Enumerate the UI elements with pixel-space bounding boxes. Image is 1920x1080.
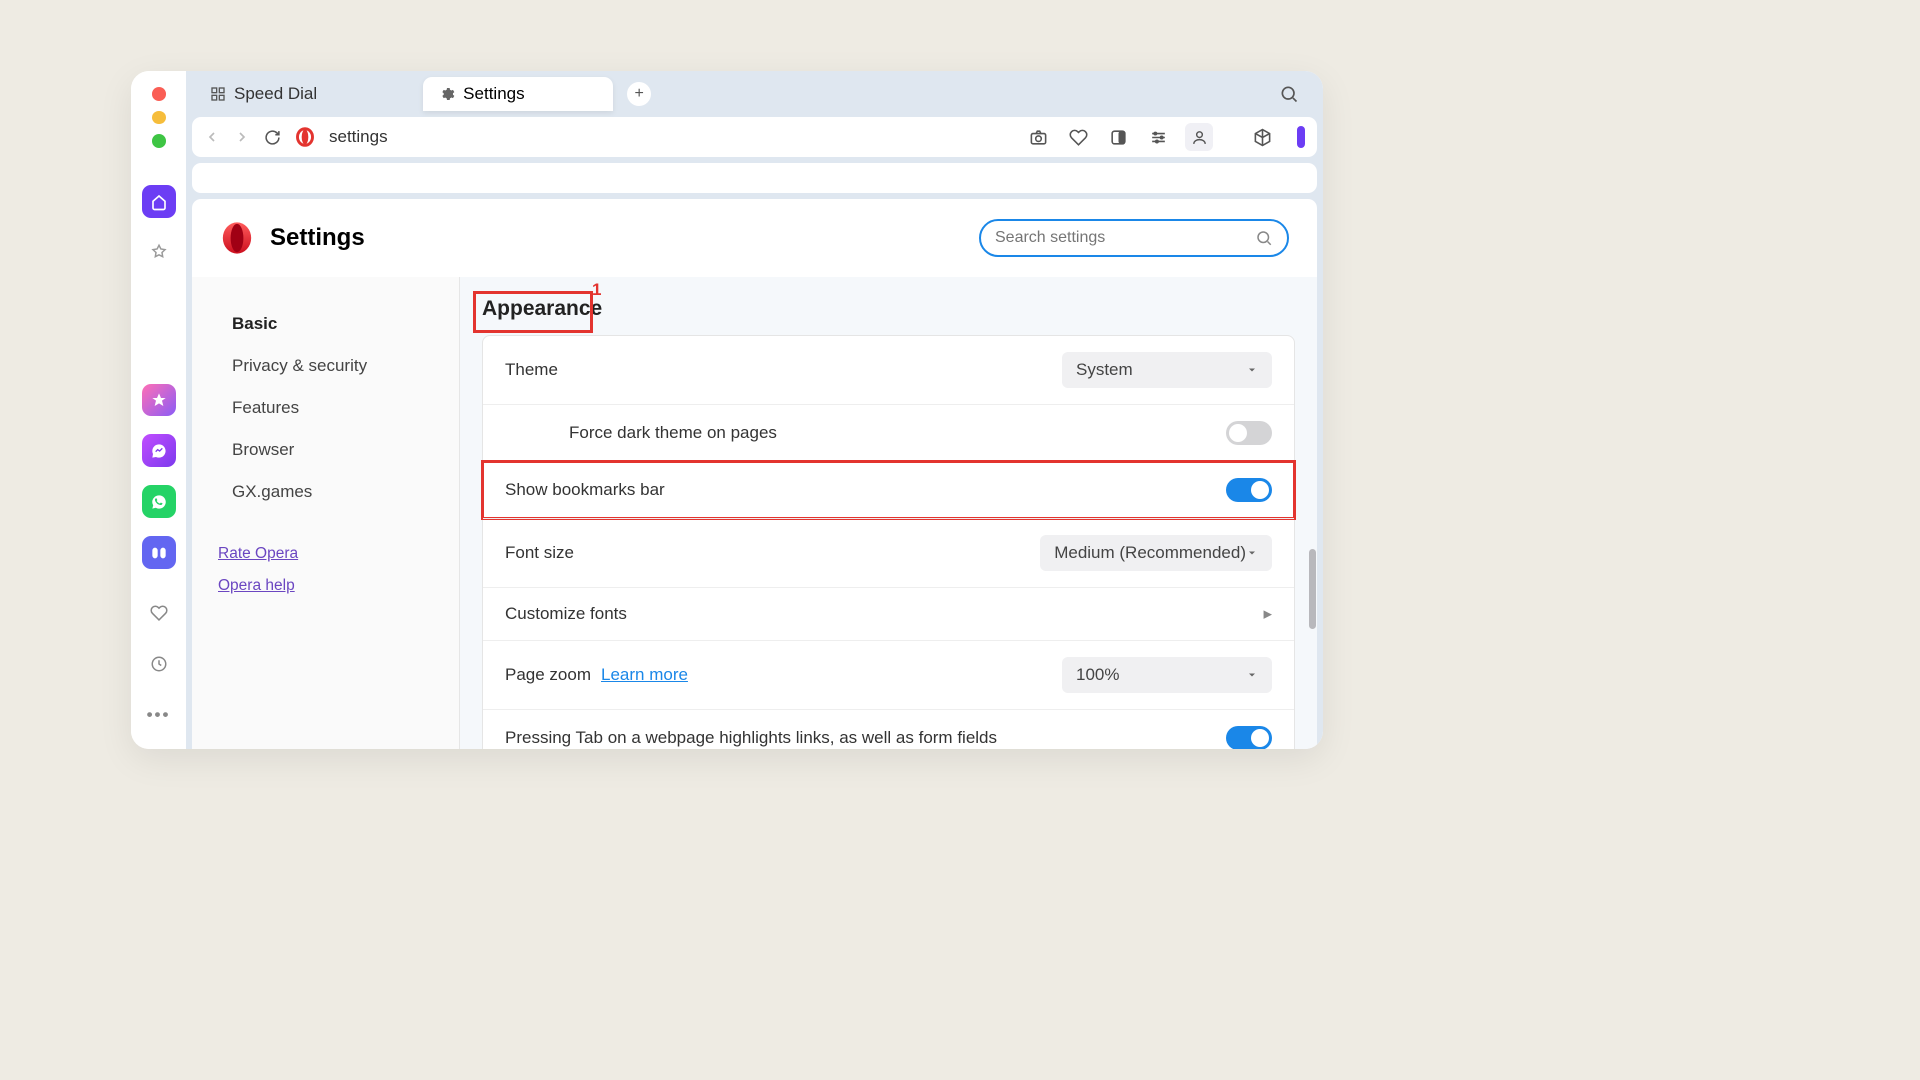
annotation-label-1: 1 bbox=[592, 280, 601, 300]
snapshot-button[interactable] bbox=[1025, 128, 1051, 147]
nav-features[interactable]: Features bbox=[192, 387, 459, 429]
learn-more-link[interactable]: Learn more bbox=[601, 665, 688, 685]
gear-icon bbox=[439, 86, 455, 102]
rate-opera-link[interactable]: Rate Opera bbox=[218, 545, 459, 563]
search-settings-input[interactable] bbox=[995, 229, 1247, 247]
back-button[interactable] bbox=[204, 129, 220, 145]
tab-highlight-label: Pressing Tab on a webpage highlights lin… bbox=[505, 728, 997, 748]
tab-settings-label: Settings bbox=[463, 84, 524, 104]
settings-page: Settings Basic Privacy & security Featur… bbox=[192, 199, 1317, 749]
page-zoom-value: 100% bbox=[1076, 665, 1119, 685]
sidebar-pinboards-button[interactable] bbox=[142, 236, 176, 269]
settings-sidebar: Basic Privacy & security Features Browse… bbox=[192, 277, 460, 749]
chevron-down-icon bbox=[1246, 547, 1258, 559]
page-title: Settings bbox=[270, 224, 365, 252]
workspace-sidebar: ••• bbox=[131, 71, 186, 749]
font-size-label: Font size bbox=[505, 543, 574, 563]
tab-speed-dial-label: Speed Dial bbox=[234, 84, 317, 104]
page-zoom-dropdown[interactable]: 100% bbox=[1062, 657, 1272, 693]
tab-highlight-toggle[interactable] bbox=[1226, 726, 1272, 749]
chevron-right-icon: ▸ bbox=[1263, 604, 1272, 624]
row-bookmarks-bar: Show bookmarks bar 2 bbox=[483, 461, 1294, 518]
window-minimize-button[interactable] bbox=[152, 111, 166, 125]
heart-button[interactable] bbox=[1065, 128, 1091, 147]
sidebar-player-button[interactable] bbox=[142, 536, 176, 569]
nav-basic[interactable]: Basic bbox=[192, 303, 459, 345]
sidebar-history-button[interactable] bbox=[142, 648, 176, 681]
row-force-dark: Force dark theme on pages bbox=[483, 404, 1294, 461]
search-settings-field[interactable] bbox=[979, 219, 1289, 257]
theme-label: Theme bbox=[505, 360, 558, 380]
font-size-value: Medium (Recommended) bbox=[1054, 543, 1246, 563]
tab-speed-dial[interactable]: Speed Dial bbox=[200, 80, 327, 108]
opera-help-link[interactable]: Opera help bbox=[218, 577, 459, 595]
easy-setup-button[interactable] bbox=[1145, 128, 1171, 147]
nav-privacy[interactable]: Privacy & security bbox=[192, 345, 459, 387]
chevron-down-icon bbox=[1246, 669, 1258, 681]
row-customize-fonts[interactable]: Customize fonts ▸ bbox=[483, 587, 1294, 640]
theme-value: System bbox=[1076, 360, 1133, 380]
reload-button[interactable] bbox=[264, 129, 281, 146]
sidebar-messenger-button[interactable] bbox=[142, 434, 176, 467]
sidebar-toggle[interactable] bbox=[1297, 126, 1305, 148]
row-page-zoom: Page zoom Learn more 100% bbox=[483, 640, 1294, 709]
bookmarks-bar-label: Show bookmarks bar bbox=[505, 480, 665, 500]
tab-strip: Speed Dial Settings + bbox=[186, 71, 1323, 117]
theme-dropdown[interactable]: System bbox=[1062, 352, 1272, 388]
appearance-group: Theme System Force dark theme on pages bbox=[482, 335, 1295, 749]
grid-icon bbox=[210, 86, 226, 102]
tab-settings[interactable]: Settings bbox=[423, 77, 613, 111]
extensions-button[interactable] bbox=[1249, 128, 1275, 147]
opera-url-icon bbox=[295, 127, 315, 147]
nav-browser[interactable]: Browser bbox=[192, 429, 459, 471]
address-bar: settings bbox=[192, 117, 1317, 157]
bookmarks-bar bbox=[192, 163, 1317, 193]
customize-fonts-label: Customize fonts bbox=[505, 604, 627, 624]
browser-window: ••• Speed Dial Settings + bbox=[131, 71, 1323, 749]
sidebar-home-button[interactable] bbox=[142, 185, 176, 218]
sidebar-heart-button[interactable] bbox=[142, 597, 176, 630]
chevron-down-icon bbox=[1246, 364, 1258, 376]
window-maximize-button[interactable] bbox=[152, 134, 166, 148]
shield-button[interactable] bbox=[1105, 128, 1131, 147]
scrollbar[interactable] bbox=[1309, 549, 1316, 629]
row-tab-highlight: Pressing Tab on a webpage highlights lin… bbox=[483, 709, 1294, 749]
profile-button[interactable] bbox=[1185, 123, 1213, 151]
font-size-dropdown[interactable]: Medium (Recommended) bbox=[1040, 535, 1272, 571]
row-theme: Theme System bbox=[483, 336, 1294, 404]
sidebar-more-button[interactable]: ••• bbox=[142, 699, 176, 732]
bookmarks-bar-toggle[interactable] bbox=[1226, 478, 1272, 502]
appearance-title: Appearance bbox=[482, 297, 602, 321]
force-dark-toggle[interactable] bbox=[1226, 421, 1272, 445]
forward-button[interactable] bbox=[234, 129, 250, 145]
address-text[interactable]: settings bbox=[329, 127, 388, 147]
opera-logo-icon bbox=[220, 221, 254, 255]
sidebar-whatsapp-button[interactable] bbox=[142, 485, 176, 518]
row-font-size: Font size Medium (Recommended) bbox=[483, 518, 1294, 587]
page-zoom-label: Page zoom bbox=[505, 665, 591, 685]
sidebar-aria-button[interactable] bbox=[142, 384, 176, 417]
new-tab-button[interactable]: + bbox=[627, 82, 651, 106]
search-icon bbox=[1255, 229, 1273, 247]
window-close-button[interactable] bbox=[152, 87, 166, 101]
nav-gxgames[interactable]: GX.games bbox=[192, 471, 459, 513]
force-dark-label: Force dark theme on pages bbox=[569, 423, 777, 443]
tab-search-button[interactable] bbox=[1279, 84, 1299, 104]
settings-content: Appearance 1 Theme System bbox=[460, 277, 1317, 749]
